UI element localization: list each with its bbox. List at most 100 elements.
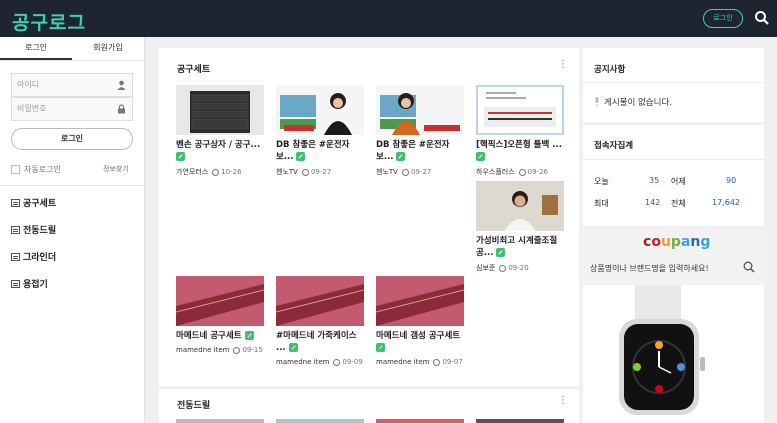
post-title[interactable]: DB 참좋은 #운전자 보... [276, 140, 350, 162]
post-date: 09-27 [410, 168, 432, 176]
user-icon [117, 80, 126, 90]
product-ad-image[interactable] [583, 285, 764, 423]
visitor-box: 접속자집계 오늘 35 어제 90 최대 142 전체 17,642 [583, 125, 764, 226]
post-date: 09-07 [442, 358, 463, 366]
today-count: 35 [649, 176, 660, 185]
post-card[interactable]: [핵픽스]오픈형 툴백 ... 하우스플러스 09-26 가성비최고 시계줄조절공… [476, 85, 564, 273]
post-card[interactable]: 마메드네 갬성 공구세트 mamedne item 09-07 [376, 276, 464, 366]
search-icon[interactable] [743, 261, 755, 273]
post-title[interactable]: [핵픽스]오픈형 툴백 ... [476, 140, 562, 150]
leather-case-image [176, 276, 264, 326]
thumbnail[interactable] [376, 85, 464, 135]
clock-icon [301, 168, 309, 176]
notice-box: 공지사항 게시물이 없습니다. [583, 48, 764, 122]
coupang-search-input[interactable]: 상품명이나 브랜드명을 입력하세요! [590, 263, 709, 274]
clock-icon [401, 168, 409, 176]
link-icon [476, 152, 485, 161]
thumbnail[interactable] [376, 276, 464, 326]
thumbnail[interactable] [476, 419, 564, 423]
divider [0, 185, 145, 186]
coupang-logo[interactable]: coupang coupang [643, 234, 710, 250]
section-title[interactable]: 전동드릴 [177, 398, 210, 411]
thumbnail[interactable] [276, 85, 364, 135]
post-card[interactable]: #마메드네 가죽케이스 ... mamedne item 09-09 [276, 276, 364, 366]
thumbnail[interactable] [176, 419, 264, 423]
post-title[interactable]: 마메드네 갬성 공구세트 [376, 331, 460, 341]
post-author: mamedne item [276, 358, 330, 366]
thumbnail-row [176, 419, 564, 423]
password-field[interactable]: 비밀번호 [11, 97, 133, 121]
sidebar-item-welder[interactable]: 용접기 [11, 277, 48, 290]
clock-icon [233, 346, 241, 354]
auto-login-label: 자동로그인 [24, 165, 61, 174]
post-card[interactable]: 벤손 공구상자 / 공구... 가연모터스 10-26 [176, 85, 264, 177]
sidebar: 로그인 회원가입 아이디 비밀번호 로그인 자동로그인 정보찾기 공구세트 전동… [0, 37, 145, 423]
post-author: 첸노TV [376, 168, 398, 176]
auto-login-checkbox[interactable] [11, 165, 20, 174]
divider [583, 82, 764, 83]
thumbnail[interactable] [176, 85, 264, 135]
tab-login[interactable]: 로그인 [0, 37, 72, 60]
clock-icon [499, 264, 507, 272]
sidebar-item-grinder[interactable]: 그라인더 [11, 250, 56, 263]
drill-section: 전동드릴 ⋮ [159, 389, 579, 423]
thumbnail[interactable] [476, 181, 564, 231]
total-count: 17,642 [712, 198, 740, 207]
clock-icon [518, 168, 526, 176]
visitor-title: 접속자집계 [594, 141, 634, 151]
divider [583, 159, 764, 160]
search-icon[interactable] [754, 10, 770, 26]
section-title[interactable]: 공구세트 [177, 62, 210, 75]
sidebar-item-tool-set[interactable]: 공구세트 [11, 196, 56, 209]
id-placeholder: 아이디 [17, 80, 40, 89]
thumbnail[interactable] [276, 419, 364, 423]
link-icon [296, 152, 306, 161]
post-date: 09-20 [508, 264, 529, 272]
list-icon [11, 252, 20, 261]
sidebar-item-label: 공구세트 [23, 199, 57, 209]
video-thumbnail [276, 85, 364, 135]
post-title[interactable]: 벤손 공구상자 / 공구... [176, 140, 260, 150]
link-icon [244, 331, 254, 340]
thumbnail[interactable] [376, 419, 464, 423]
coupang-widget: coupang coupang 상품명이나 브랜드명을 입력하세요! [583, 228, 764, 285]
notice-empty: 게시물이 없습니다. [594, 96, 672, 108]
lock-icon [118, 104, 125, 114]
post-title[interactable]: DB 참좋은 #운전자 보... [376, 140, 450, 162]
sidebar-item-drill[interactable]: 전동드릴 [11, 223, 56, 236]
notice-title[interactable]: 공지사항 [594, 63, 625, 75]
post-card[interactable]: DB 참좋은 #운전자 보... 첸노TV 09-27 [376, 85, 464, 177]
thumbnail[interactable] [476, 85, 564, 135]
today-label: 오늘 [594, 177, 609, 186]
find-info-link[interactable]: 정보찾기 [103, 164, 129, 174]
clock-icon [433, 358, 441, 366]
post-date: 10-26 [221, 168, 242, 176]
header-login-button[interactable]: 로그인 [703, 9, 743, 28]
yesterday-label: 어제 [671, 177, 686, 186]
sidebar-item-label: 그라인더 [23, 253, 57, 263]
post-card[interactable]: 마메드네 공구세트 mamedne item 09-15 [176, 276, 264, 354]
leather-case-image [376, 276, 464, 326]
post-author: 가연모터스 [176, 168, 209, 176]
more-icon[interactable]: ⋮ [558, 396, 568, 406]
post-author: mamedne item [376, 358, 430, 366]
link-icon [288, 343, 298, 352]
total-label: 전체 [671, 199, 686, 208]
site-logo[interactable]: 공구로그 [12, 8, 86, 35]
max-label: 최대 [594, 199, 609, 208]
video-thumbnail [476, 181, 564, 231]
thumbnail[interactable] [276, 276, 364, 326]
thumbnail[interactable] [176, 276, 264, 326]
post-title[interactable]: 마메드네 공구세트 [176, 331, 242, 341]
notice-empty-text: 게시물이 없습니다. [604, 98, 672, 108]
video-thumbnail [376, 85, 464, 135]
auto-login[interactable]: 자동로그인 [11, 164, 61, 175]
id-field[interactable]: 아이디 [11, 73, 133, 97]
more-icon[interactable]: ⋮ [558, 60, 568, 70]
post-card[interactable]: DB 참좋은 #운전자 보... 첸노TV 09-27 [276, 85, 364, 177]
post-title[interactable]: 가성비최고 시계줄조절공... [476, 236, 557, 258]
login-button[interactable]: 로그인 [11, 128, 133, 150]
tab-signup[interactable]: 회원가입 [72, 37, 144, 60]
list-icon [11, 198, 20, 207]
password-placeholder: 비밀번호 [17, 104, 47, 113]
